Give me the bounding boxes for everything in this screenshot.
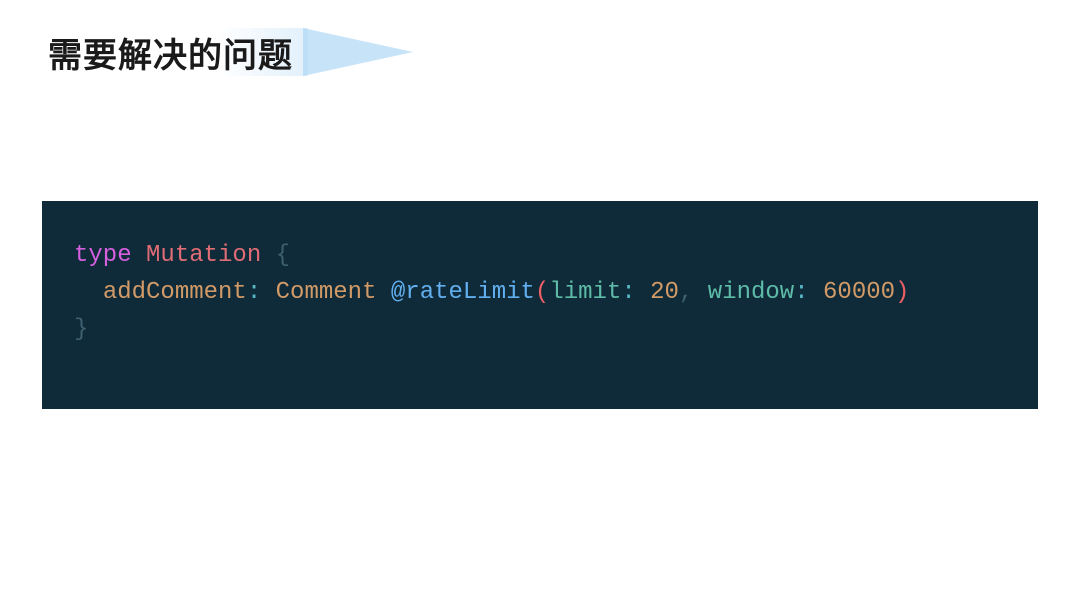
code-token-field: addComment	[103, 279, 247, 306]
code-token-param-window: window	[708, 279, 794, 306]
code-token-number-window: 60000	[823, 279, 895, 306]
code-token-paren-close: )	[895, 279, 909, 306]
code-token-type: Mutation	[146, 242, 261, 269]
code-token-colon3: :	[794, 279, 808, 306]
code-token-keyword: type	[74, 242, 132, 269]
code-token-directive: @rateLimit	[391, 279, 535, 306]
code-token-brace-open: {	[276, 242, 290, 269]
code-token-paren-open: (	[535, 279, 549, 306]
code-token-brace-close: }	[74, 316, 88, 343]
slide-title-area: 需要解决的问题	[0, 0, 1080, 77]
code-token-comma: ,	[679, 279, 693, 306]
code-block: type Mutation { addComment: Comment @rat…	[42, 201, 1038, 409]
title-banner: 需要解决的问题	[48, 28, 293, 77]
code-token-param-limit: limit	[549, 279, 621, 306]
code-token-colon: :	[247, 279, 261, 306]
title-accent-arrow	[303, 28, 413, 76]
code-token-return-type: Comment	[276, 279, 377, 306]
slide-title: 需要解决的问题	[48, 28, 293, 77]
code-token-colon2: :	[621, 279, 635, 306]
code-token-number-limit: 20	[650, 279, 679, 306]
